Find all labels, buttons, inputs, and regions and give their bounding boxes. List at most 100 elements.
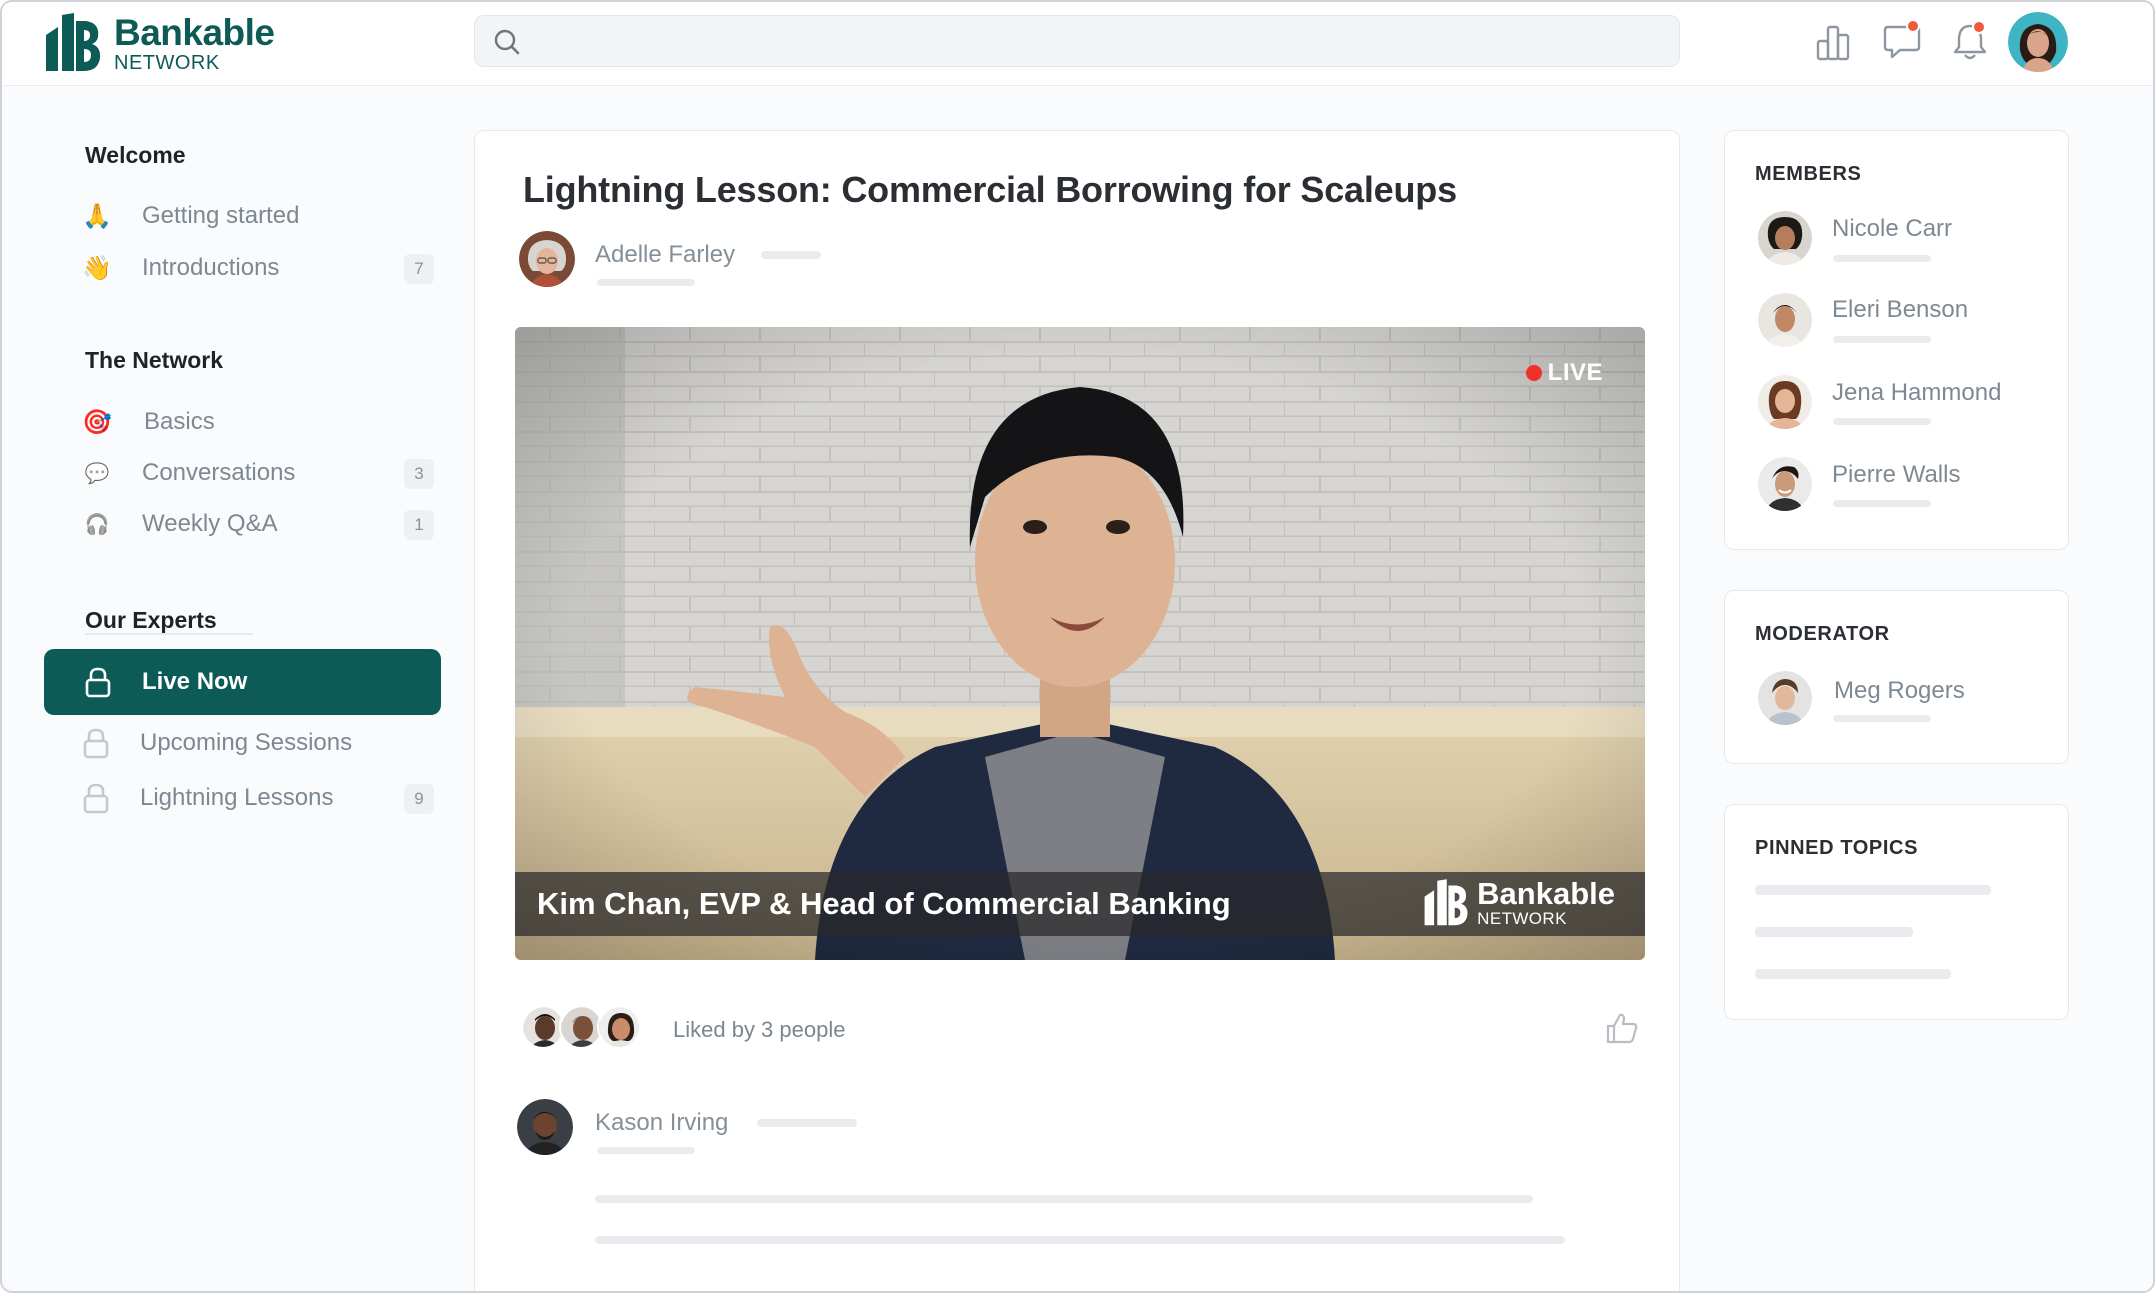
video-brand-name: Bankable <box>1477 876 1615 911</box>
post-title: Lightning Lesson: Commercial Borrowing f… <box>523 169 1457 210</box>
sidebar-item-label: Live Now <box>142 668 248 695</box>
recording-dot-icon <box>1525 365 1542 381</box>
placeholder-line <box>1833 336 1931 343</box>
member-avatar[interactable] <box>1758 211 1812 265</box>
brand-mark-icon <box>46 13 101 71</box>
likes-summary[interactable]: Liked by 3 people <box>673 1017 845 1043</box>
messages-notification-dot <box>1906 19 1920 33</box>
placeholder-line <box>1833 418 1931 425</box>
user-avatar[interactable] <box>2008 12 2068 72</box>
lock-icon <box>83 783 109 814</box>
placeholder-line <box>597 1147 695 1154</box>
video-brand-logo: Bankable NETWORK <box>1423 878 1615 927</box>
moderator-title: MODERATOR <box>1755 623 1890 645</box>
sidebar-item-getting-started[interactable]: 🙏 Getting started <box>82 193 434 239</box>
member-avatar[interactable] <box>1758 293 1812 347</box>
brand-mark-icon <box>1424 878 1468 925</box>
praying-hands-icon: 🙏 <box>82 202 112 230</box>
sidebar-item-upcoming-sessions[interactable]: Upcoming Sessions <box>82 720 434 766</box>
unread-count-badge: 7 <box>404 254 434 284</box>
sidebar-item-label: Getting started <box>142 202 300 229</box>
messages-button[interactable] <box>1882 19 1922 63</box>
live-indicator: LIVE <box>1525 359 1603 387</box>
placeholder-line <box>595 1236 1565 1244</box>
chart-icon[interactable] <box>1814 21 1854 63</box>
sidebar-item-label: Lightning Lessons <box>140 784 334 811</box>
placeholder-line <box>597 279 695 286</box>
sidebar-item-basics[interactable]: 🎯 Basics <box>82 399 434 445</box>
sidebar-item-label: Conversations <box>142 459 296 486</box>
unread-count-badge: 1 <box>404 510 434 540</box>
section-divider <box>85 633 253 635</box>
sidebar-item-label: Basics <box>144 408 215 435</box>
pinned-topics-title: PINNED TOPICS <box>1755 837 1919 859</box>
sidebar-section-our-experts: Our Experts <box>85 607 217 633</box>
member-name[interactable]: Eleri Benson <box>1832 296 1968 324</box>
live-label: LIVE <box>1547 359 1603 386</box>
sidebar-item-weekly-qa[interactable]: 🎧 Weekly Q&A 1 <box>82 501 434 547</box>
member-avatar[interactable] <box>1758 375 1812 429</box>
moderator-name[interactable]: Meg Rogers <box>1834 677 1965 705</box>
notifications-button[interactable] <box>1950 20 1990 63</box>
commenter-avatar-image <box>517 1099 573 1155</box>
headphones-icon: 🎧 <box>84 513 110 536</box>
author-avatar[interactable] <box>519 231 575 287</box>
post-card: Lightning Lesson: Commercial Borrowing f… <box>474 130 1680 1291</box>
speech-bubble-icon: 💬 <box>84 462 110 485</box>
unread-count-badge: 9 <box>404 784 434 814</box>
placeholder-line <box>1833 255 1931 262</box>
sidebar-item-label: Introductions <box>142 254 280 281</box>
sidebar-section-the-network: The Network <box>85 347 224 373</box>
top-bar: Bankable NETWORK <box>2 2 2153 86</box>
member-name[interactable]: Nicole Carr <box>1832 215 1952 243</box>
placeholder-line <box>761 251 821 259</box>
speaker-caption: Kim Chan, EVP & Head of Commercial Banki… <box>537 886 1231 921</box>
sidebar-item-label: Upcoming Sessions <box>140 729 353 756</box>
placeholder-line <box>1833 715 1931 722</box>
author-name[interactable]: Adelle Farley <box>595 241 735 269</box>
members-title: MEMBERS <box>1755 163 1862 185</box>
video-frame-image <box>515 327 1645 960</box>
waving-hand-icon: 👋 <box>82 254 112 282</box>
moderator-card: MODERATOR Meg Rogers <box>1724 590 2069 764</box>
brand-name: Bankable <box>114 11 275 53</box>
video-lower-third: Kim Chan, EVP & Head of Commercial Banki… <box>515 872 1645 936</box>
placeholder-line <box>1755 969 1951 979</box>
video-brand-subtitle: NETWORK <box>1477 909 1567 928</box>
search-icon <box>494 29 520 55</box>
sidebar-item-lightning-lessons[interactable]: Lightning Lessons 9 <box>82 775 434 821</box>
placeholder-line <box>1755 927 1913 937</box>
user-avatar-image <box>2008 12 2068 72</box>
liker-avatar <box>597 1005 641 1049</box>
notifications-dot <box>1972 20 1986 34</box>
author-avatar-image <box>519 231 575 287</box>
brand-logo[interactable]: Bankable NETWORK <box>44 12 275 74</box>
pinned-topics-card: PINNED TOPICS <box>1724 804 2069 1020</box>
lock-icon <box>83 728 109 759</box>
thumbs-up-icon[interactable] <box>1605 1011 1639 1045</box>
sidebar-item-conversations[interactable]: 💬 Conversations 3 <box>82 450 434 496</box>
live-video-player[interactable]: LIVE Kim Chan, EVP & Head of Commercial … <box>515 327 1645 960</box>
member-name[interactable]: Pierre Walls <box>1832 461 1960 489</box>
placeholder-line <box>757 1119 857 1127</box>
commenter-name[interactable]: Kason Irving <box>595 1109 728 1137</box>
brand-subtitle: NETWORK <box>114 51 220 74</box>
sidebar-section-welcome: Welcome <box>85 142 186 168</box>
member-name[interactable]: Jena Hammond <box>1832 379 2001 407</box>
search-bar[interactable] <box>474 15 1680 67</box>
member-avatar[interactable] <box>1758 457 1812 511</box>
members-card: MEMBERS Nicole Carr Eleri Benson Jena Ha… <box>1724 130 2069 550</box>
sidebar-item-live-now[interactable]: Live Now <box>44 649 441 715</box>
sidebar-item-label: Weekly Q&A <box>142 510 278 537</box>
search-input[interactable] <box>537 16 1657 66</box>
sidebar-item-introductions[interactable]: 👋 Introductions 7 <box>82 245 434 291</box>
moderator-avatar[interactable] <box>1758 671 1812 725</box>
lock-icon <box>85 667 111 698</box>
placeholder-line <box>595 1195 1533 1203</box>
app-window: Bankable NETWORK Welcome 🙏 Getting start… <box>0 0 2155 1293</box>
unread-count-badge: 3 <box>404 459 434 489</box>
commenter-avatar[interactable] <box>517 1099 573 1155</box>
target-icon: 🎯 <box>82 408 112 436</box>
placeholder-line <box>1833 500 1931 507</box>
placeholder-line <box>1755 885 1991 895</box>
